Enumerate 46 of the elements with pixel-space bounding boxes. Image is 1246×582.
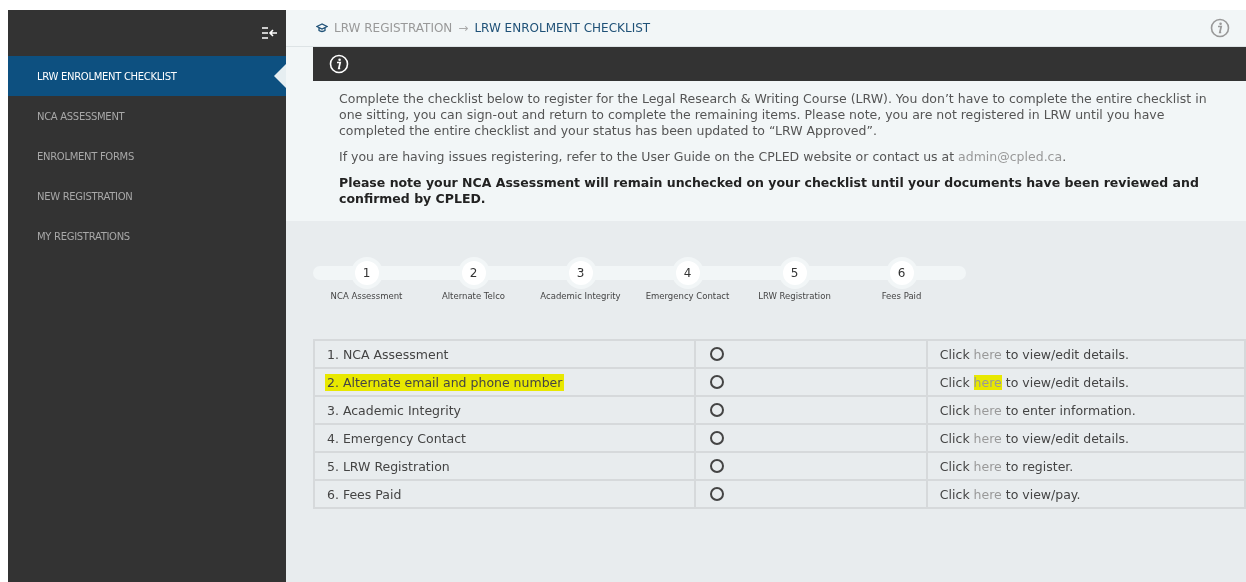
action-text: Click here to view/pay. [926,480,1245,508]
step-number: 2 [461,261,486,285]
checklist-item: 4. Emergency Contact [326,429,467,447]
sidebar-item[interactable]: LRW ENROLMENT CHECKLIST [8,56,286,96]
step-label: Emergency Contact [645,291,730,301]
step-number: 6 [889,261,914,285]
breadcrumb-separator: → [458,21,469,35]
sidebar-item[interactable]: ENROLMENT FORMS [8,136,286,176]
here-link[interactable]: here [973,346,1002,362]
checklist-item: 6. Fees Paid [326,485,403,503]
step-label: Fees Paid [881,291,922,301]
checklist-item: 2. Alternate email and phone number [325,373,565,391]
here-link[interactable]: here [973,430,1002,446]
sidebar-item[interactable]: MY REGISTRATIONS [8,216,286,256]
step-label: Alternate Telco [441,291,506,301]
breadcrumb-link[interactable]: LRW REGISTRATION [334,21,453,35]
sidebar-item[interactable]: NCA ASSESSMENT [8,96,286,136]
action-text: Click here to view/edit details. [926,368,1245,396]
note-paragraph: Please note your NCA Assessment will remain unchecked on your checklist until your documents have been reviewed and confirmed by CPLED. [339,175,1200,207]
action-text: Click here to view/edit details. [926,424,1245,452]
checklist-item: 3. Academic Integrity [326,401,462,419]
info-icon [329,54,349,74]
action-text: Click here to enter information. [926,396,1245,424]
breadcrumb-link[interactable]: LRW ENROLMENT CHECKLIST [474,21,651,35]
contact-paragraph: If you are having issues registering, refer to the User Guide on the CPLED website or contact us at admin@cpled.ca. [339,149,1068,165]
email-link[interactable]: admin@cpled.ca [958,149,1063,164]
here-link[interactable]: here [973,486,1002,502]
checklist-item: 1. NCA Assessment [326,345,450,363]
collapse-menu-icon[interactable] [262,27,278,39]
here-link[interactable]: here [973,458,1002,474]
intro-paragraph: Complete the checklist below to register for the Legal Research & Writing Course (LRW). You don’t have to complete the entire checklist in one sitting, you can sign-out and return to complete the remaining items. Please note, you are not registered in LRW until you have completed the entire checklist and your status has been updated to “LRW Approved”. [339,91,1208,139]
help-icon[interactable] [1210,18,1230,38]
step-number: 4 [675,261,700,285]
here-link[interactable]: here [973,374,1002,390]
action-text: Click here to register. [926,452,1245,480]
graduation-cap-icon [316,23,328,33]
step-label: Academic Integrity [540,291,621,301]
here-link[interactable]: here [973,402,1002,418]
step-number: 3 [568,261,593,285]
sidebar-item[interactable]: NEW REGISTRATION [8,176,286,216]
step-label: LRW Registration [758,291,831,301]
action-text: Click here to view/edit details. [926,340,1245,368]
step-number: 5 [782,261,807,285]
step-number: 1 [354,261,379,285]
step-label: NCA Assessment [330,291,403,301]
checklist-item: 5. LRW Registration [326,457,451,475]
